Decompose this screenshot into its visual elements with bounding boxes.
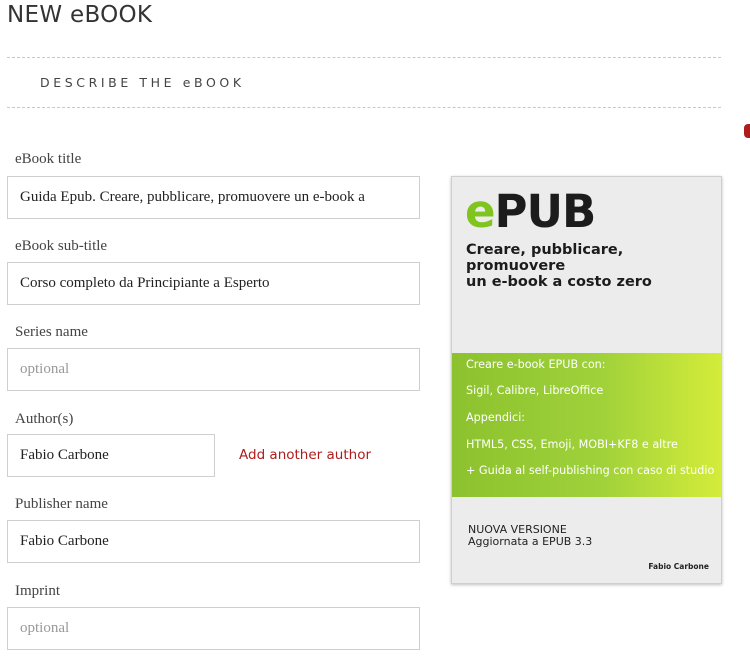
cover-band-line: HTML5, CSS, Emoji, MOBI+KF8 e altre xyxy=(466,438,678,451)
section-title: DESCRIBE THE eBOOK xyxy=(40,75,245,90)
series-name-input[interactable] xyxy=(7,348,420,391)
ebook-subtitle-input[interactable] xyxy=(7,262,420,305)
divider-top xyxy=(7,57,721,58)
series-name-label: Series name xyxy=(15,324,88,340)
cover-green-band: Creare e-book EPUB con: Sigil, Calibre, … xyxy=(452,353,721,497)
ebook-subtitle-label: eBook sub-title xyxy=(15,238,108,254)
cover-subtitle: Creare, pubblicare, promuovere un e-book… xyxy=(466,242,716,291)
imprint-label: Imprint xyxy=(15,583,60,599)
cover-band-line: + Guida al self-publishing con caso di s… xyxy=(466,464,715,477)
cover-subtitle-line: Creare, pubblicare, promuovere xyxy=(466,242,624,274)
page-title: NEW eBOOK xyxy=(7,2,153,28)
edge-marker xyxy=(744,124,750,138)
book-cover-image: ePUB Creare, pubblicare, promuovere un e… xyxy=(451,176,722,584)
publisher-name-label: Publisher name xyxy=(15,496,108,512)
cover-logo-rest: PUB xyxy=(494,185,597,238)
cover-version: NUOVA VERSIONE Aggiornata a EPUB 3.3 xyxy=(468,524,592,547)
cover-version-line: NUOVA VERSIONE xyxy=(468,523,567,536)
cover-logo: ePUB xyxy=(465,189,596,234)
cover-band-line: Creare e-book EPUB con: xyxy=(466,358,606,371)
author-input[interactable] xyxy=(7,434,215,477)
ebook-title-label: eBook title xyxy=(15,151,82,167)
cover-version-line: Aggiornata a EPUB 3.3 xyxy=(468,534,593,548)
divider-bottom xyxy=(7,107,721,108)
publisher-name-input[interactable] xyxy=(7,520,420,563)
cover-band-line: Sigil, Calibre, LibreOffice xyxy=(466,384,604,397)
cover-logo-e: e xyxy=(465,185,496,238)
cover-author: Fabio Carbone xyxy=(648,562,709,571)
cover-band-line: Appendici: xyxy=(466,411,526,424)
ebook-title-input[interactable] xyxy=(7,176,420,219)
imprint-input[interactable] xyxy=(7,607,420,650)
cover-subtitle-line: un e-book a costo zero xyxy=(466,273,652,290)
add-author-link[interactable]: Add another author xyxy=(239,447,371,463)
authors-label: Author(s) xyxy=(15,411,74,427)
